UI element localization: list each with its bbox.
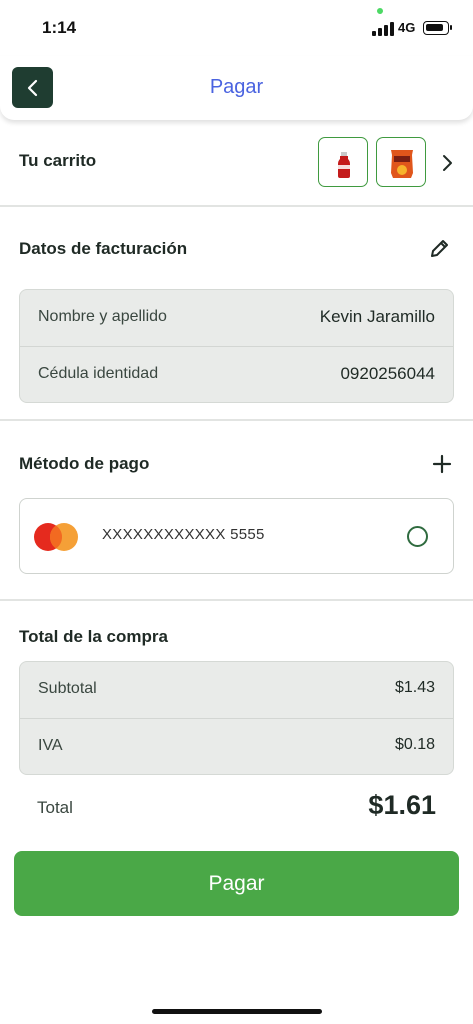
purchase-label: IVA: [38, 737, 63, 754]
divider: [0, 599, 473, 601]
billing-label: Cédula identidad: [38, 365, 159, 382]
soda-bottle-icon: [338, 152, 350, 178]
purchase-row: Subtotal $1.43: [20, 662, 453, 718]
purchase-card: Subtotal $1.43 IVA $0.18: [19, 661, 454, 775]
chevron-right-icon[interactable]: [440, 154, 454, 172]
purchase-value: $1.43: [394, 679, 435, 696]
pencil-icon[interactable]: [428, 238, 450, 260]
cart-row[interactable]: Tu carrito: [0, 136, 473, 190]
purchase-row: IVA $0.18: [20, 718, 453, 774]
billing-title: Datos de facturación: [19, 239, 188, 258]
cart-label: Tu carrito: [19, 151, 97, 170]
pay-button[interactable]: Pagar: [14, 851, 459, 916]
snack-bag-icon: [391, 150, 413, 178]
total-row: Total $1.61: [19, 790, 454, 830]
billing-row: Cédula identidad 0920256044: [20, 346, 453, 402]
status-time: 1:14: [42, 18, 77, 37]
divider: [0, 419, 473, 421]
battery-icon: [423, 21, 452, 35]
signal-icon: [372, 22, 394, 36]
payment-card-option[interactable]: XXXXXXXXXXXX 5555: [19, 498, 454, 574]
total-label: Total: [37, 798, 73, 817]
network-label: 4G: [398, 20, 416, 35]
divider: [0, 205, 473, 207]
billing-row: Nombre y apellido Kevin Jaramillo: [20, 290, 453, 346]
billing-card: Nombre y apellido Kevin Jaramillo Cédula…: [19, 289, 454, 403]
billing-label: Nombre y apellido: [38, 308, 167, 325]
select-radio[interactable]: [407, 526, 428, 547]
cart-item-thumbnail[interactable]: [376, 137, 426, 187]
home-indicator[interactable]: [152, 1009, 322, 1014]
payment-title: Método de pago: [19, 454, 150, 473]
page-title: Pagar: [209, 76, 264, 98]
camera-indicator-dot: [377, 8, 383, 14]
billing-value: Kevin Jaramillo: [319, 307, 435, 326]
plus-icon[interactable]: [432, 454, 452, 474]
billing-value: 0920256044: [340, 364, 435, 383]
purchase-label: Subtotal: [38, 680, 97, 697]
top-bar: Pagar: [0, 56, 473, 120]
cart-item-thumbnail[interactable]: [318, 137, 368, 187]
status-bar: 1:14 4G: [0, 0, 473, 56]
total-value: $1.61: [368, 790, 436, 820]
card-number: XXXXXXXXXXXX 5555: [102, 526, 265, 543]
purchase-title: Total de la compra: [19, 627, 168, 646]
mastercard-icon: [34, 523, 78, 551]
purchase-value: $0.18: [394, 736, 435, 753]
